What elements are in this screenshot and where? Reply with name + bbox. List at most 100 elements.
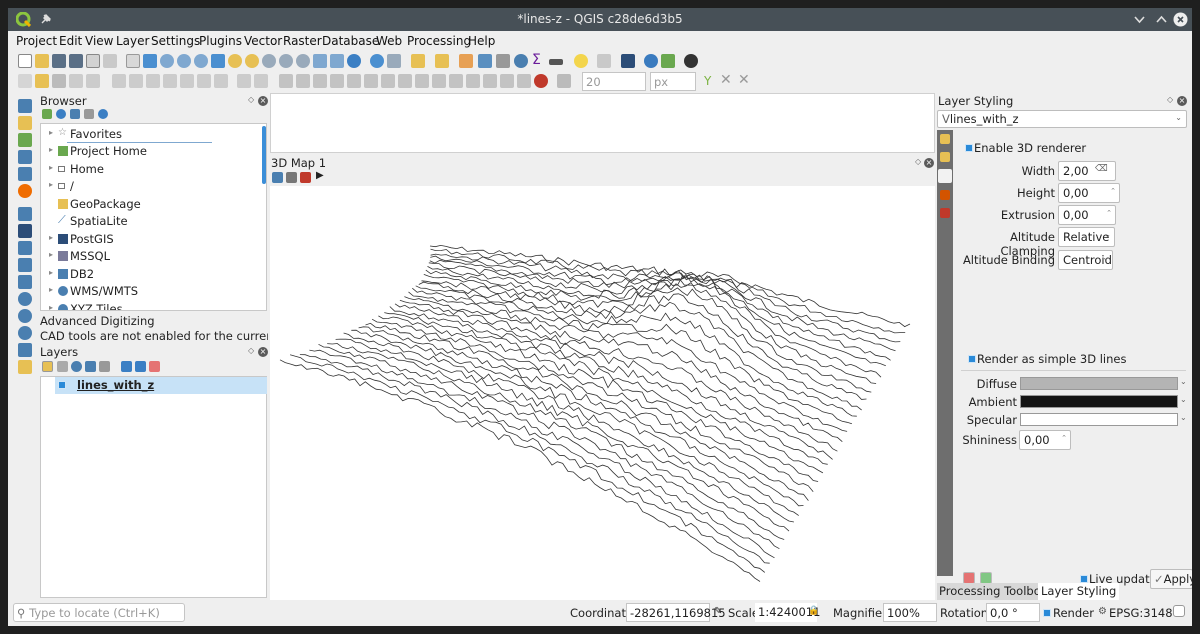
browser-item-home[interactable]: ▸ Home [41,161,261,178]
close-window-icon[interactable] [1173,12,1188,27]
maximize-icon[interactable] [1154,12,1169,27]
zoom-layer-icon[interactable] [245,54,259,68]
shininess-input[interactable]: 0,00 ⌃ [1019,430,1071,450]
layout-manager-icon[interactable] [103,54,117,68]
add-wms-icon[interactable] [18,292,32,306]
visibility-icon[interactable] [71,361,82,372]
properties-icon[interactable] [98,109,108,119]
add-ring-icon[interactable] [279,74,293,88]
specular-color-button[interactable] [1020,413,1178,426]
camera-zoom-full-icon[interactable] [272,172,283,183]
extrusion-input[interactable]: 0,00 ⌃ [1058,205,1116,225]
browser-item-postgis[interactable]: ▸ PostGIS [41,231,261,248]
minimize-icon[interactable] [1132,12,1147,27]
altitude-clamping-select[interactable]: Relative ⌄ [1058,227,1115,247]
locator-input[interactable]: ⚲ Type to locate (Ctrl+K) [13,603,185,622]
copy-features-icon[interactable] [163,74,177,88]
deselect-icon[interactable] [459,54,473,68]
split-parts-icon[interactable] [415,74,429,88]
menu-settings[interactable]: Settings [151,34,200,48]
menu-web[interactable]: Web [376,34,402,48]
paste-features-icon[interactable] [180,74,194,88]
pan-to-selection-icon[interactable] [143,54,157,68]
offset-curve-icon[interactable] [381,74,395,88]
layer-select[interactable]: Vlines_with_z ⌄ [937,110,1187,128]
remove-layer-icon[interactable] [149,361,160,372]
simple-lines-checkbox[interactable] [968,355,976,363]
add-mesh-layer-icon[interactable] [18,150,32,164]
browser-item-wms[interactable]: ▸ WMS/WMTS [41,283,261,300]
save-as-icon[interactable] [69,54,83,68]
collapse-all-icon[interactable] [84,109,94,119]
toolbox-icon[interactable] [514,54,528,68]
text-annotation-icon[interactable] [597,54,611,68]
python-console-icon[interactable] [621,54,635,68]
rotate-feature-icon[interactable] [483,74,497,88]
add-feature-icon[interactable] [69,74,83,88]
symbology-tab-icon[interactable] [940,134,950,144]
delete-part-icon[interactable] [347,74,361,88]
delete-ring-icon[interactable] [330,74,344,88]
tab-processing-toolbox[interactable]: Processing Toolbox [937,583,1050,600]
rotation-field[interactable]: 0,0 ° [986,603,1040,622]
add-part-icon[interactable] [296,74,310,88]
menu-view[interactable]: View [85,34,113,48]
select-by-value-icon[interactable] [435,54,449,68]
enable-3d-checkbox[interactable] [965,144,973,152]
expand-all-icon[interactable] [121,361,132,372]
expand-icon[interactable]: ▸ [49,163,53,172]
redo-icon[interactable] [214,74,228,88]
mask-tab-icon[interactable] [940,190,950,200]
spin-icon[interactable]: ⌃ [1106,209,1112,217]
add-vector-tile-icon[interactable] [18,343,32,357]
attribute-table-icon[interactable] [478,54,492,68]
layers-close-icon[interactable]: × [258,347,268,357]
statistics-icon[interactable]: Σ [532,52,541,68]
add-raster-layer-icon[interactable] [18,133,32,147]
add-spatialite-icon[interactable] [18,207,32,221]
vertex-tool-icon[interactable] [86,74,100,88]
chevron-down-icon[interactable]: ⌄ [1180,395,1187,404]
styling-close-icon[interactable]: × [1177,96,1187,106]
add-geopackage-icon[interactable] [18,184,32,198]
3d-view-icon[interactable] [684,54,698,68]
fill-ring-icon[interactable] [313,74,327,88]
temporal-controller-icon[interactable] [330,54,344,68]
add-wfs-icon[interactable] [18,309,32,323]
menu-raster[interactable]: Raster [283,34,322,48]
browser-item-geopackage[interactable]: GeoPackage [41,196,261,213]
browser-item-xyz[interactable]: ▸ XYZ Tiles [41,301,261,310]
ambient-color-button[interactable] [1020,395,1178,408]
clear-icon[interactable]: ⌫ [1095,164,1108,174]
browser-item-db2[interactable]: ▸ DB2 [41,266,261,283]
delete-selected-icon[interactable] [129,74,143,88]
filter-browser-icon[interactable] [70,109,80,119]
python-icon[interactable] [644,54,658,68]
modify-attributes-icon[interactable] [112,74,126,88]
messages-icon[interactable] [1173,605,1185,617]
snapping-icon[interactable] [534,74,548,88]
menu-plugins[interactable]: Plugins [199,34,242,48]
add-postgis-icon[interactable] [18,224,32,238]
new-project-icon[interactable] [18,54,32,68]
browser-scrollbar[interactable] [262,126,266,184]
menu-processing[interactable]: Processing [407,34,471,48]
spin-icon[interactable]: ⌃ [1110,187,1116,195]
add-group-icon[interactable] [57,361,68,372]
zoom-rubberband-icon[interactable] [194,54,208,68]
spin-icon[interactable]: ⌃ [1061,434,1067,442]
browser-item-mssql[interactable]: ▸ MSSQL [41,248,261,265]
crs-button[interactable]: EPSG:3148 [1109,606,1173,620]
map-tips-icon[interactable] [574,54,588,68]
lock-icon[interactable]: 🔒 [808,606,819,616]
browser-item-spatialite[interactable]: ⟋ SpatiaLite [41,213,261,230]
zoom-selection-icon[interactable] [228,54,242,68]
expand-icon[interactable]: ▸ [49,250,53,259]
expand-icon[interactable]: ▸ [49,180,53,189]
layer-row-lines-with-z[interactable]: lines_with_z [55,377,267,394]
menu-edit[interactable]: Edit [59,34,82,48]
rotate-point-icon[interactable] [466,74,480,88]
new-layer-icon[interactable] [18,360,32,374]
tab-layer-styling[interactable]: Layer Styling [1038,583,1120,600]
field-calculator-icon[interactable] [496,54,510,68]
